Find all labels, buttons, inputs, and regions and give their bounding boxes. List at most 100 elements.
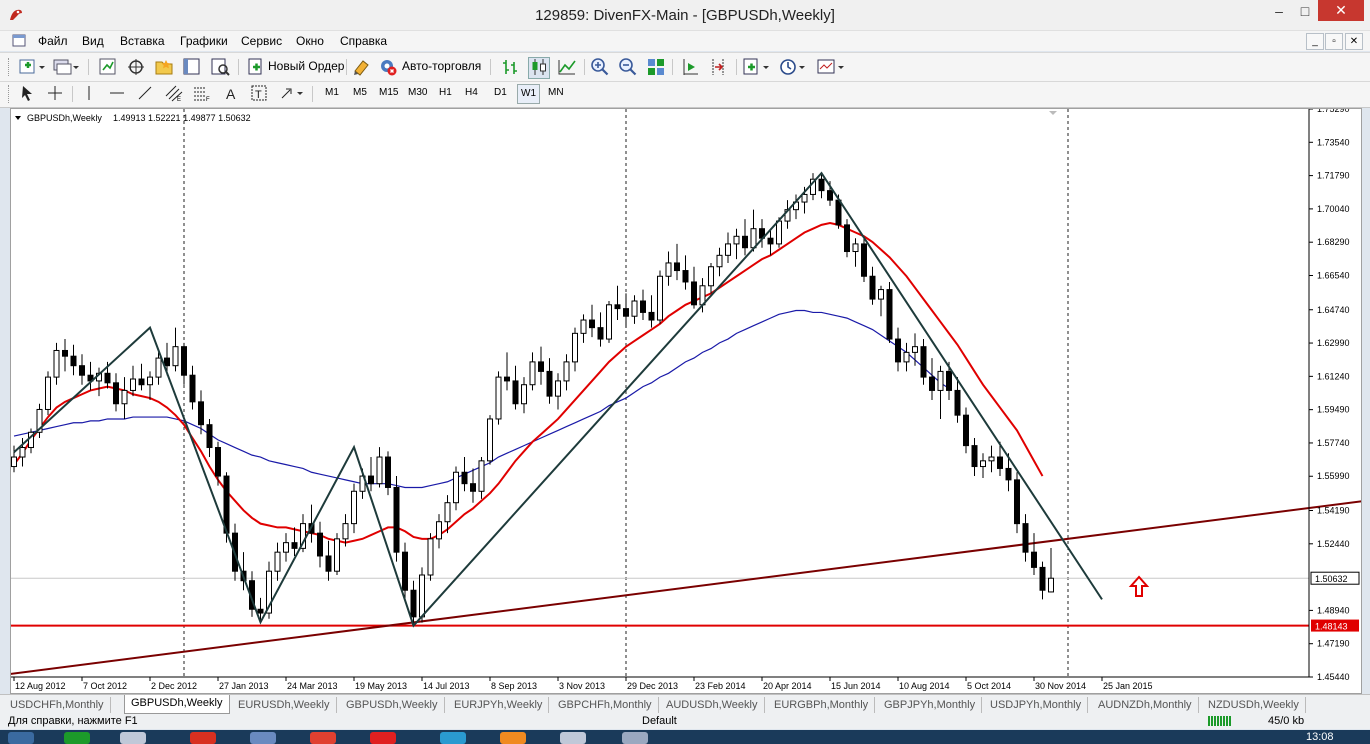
auto-scroll-icon[interactable] — [680, 57, 700, 77]
toolbar-separator — [584, 59, 585, 75]
candle-body — [801, 193, 808, 203]
price-chart[interactable]: 1.75290 1.73540 1.71790 1.70040 1.68290 1.665… — [11, 109, 1361, 693]
new-order-button[interactable]: Новый Ордер — [268, 59, 344, 73]
maximize-button[interactable]: □ — [1290, 0, 1320, 22]
menu-charts[interactable]: Графики — [180, 34, 228, 48]
tab-chart[interactable]: EURUSDh,Weekly — [232, 697, 337, 713]
fibonacci-icon[interactable]: F — [192, 84, 212, 104]
tab-chart[interactable]: USDJPYh,Monthly — [984, 697, 1089, 713]
candle-body — [529, 361, 536, 386]
taskbar-app-icon[interactable] — [64, 732, 90, 744]
toolbar-grip[interactable] — [8, 85, 12, 103]
equidistant-channel-icon[interactable]: E — [164, 84, 184, 104]
timeframe-m15[interactable]: M15 — [376, 84, 401, 102]
close-button[interactable]: ✕ — [1318, 0, 1364, 21]
svg-text:A: A — [226, 86, 236, 102]
horizontal-line-icon[interactable] — [108, 84, 126, 104]
timeframe-w1[interactable]: W1 — [517, 84, 540, 104]
navigator-icon[interactable] — [154, 57, 174, 77]
timeframe-m30[interactable]: M30 — [405, 84, 430, 102]
candle-body — [708, 266, 714, 287]
tile-windows-icon[interactable] — [646, 57, 666, 77]
text-label-icon[interactable]: T — [250, 84, 268, 104]
tab-chart-active[interactable]: GBPUSDh,Weekly — [124, 695, 230, 714]
timeframe-h1[interactable]: H1 — [436, 84, 455, 102]
taskbar-app-icon[interactable] — [500, 732, 526, 744]
vertical-line-icon[interactable] — [80, 84, 98, 104]
doc-close-button[interactable]: ✕ — [1345, 33, 1363, 50]
zoom-in-icon[interactable] — [590, 57, 610, 77]
timeframe-m5[interactable]: M5 — [350, 84, 370, 102]
chart-window[interactable]: 1.75290 1.73540 1.71790 1.70040 1.68290 1.665… — [10, 108, 1362, 694]
menu-view[interactable]: Вид — [82, 34, 104, 48]
candle-body — [104, 372, 111, 384]
candle-body — [206, 424, 213, 449]
candle-body — [971, 445, 978, 468]
trendline-icon[interactable] — [136, 84, 154, 104]
doc-restore-button[interactable]: ▫ — [1325, 33, 1343, 50]
autotrading-icon[interactable] — [378, 57, 398, 77]
meta-editor-icon[interactable] — [352, 57, 372, 77]
timeframe-d1[interactable]: D1 — [491, 84, 510, 102]
timeframe-h4[interactable]: H4 — [462, 84, 481, 102]
taskbar-app-icon[interactable] — [190, 732, 216, 744]
tab-chart[interactable]: AUDNZDh,Monthly — [1092, 697, 1199, 713]
chart-shift-icon[interactable] — [708, 57, 728, 77]
time-tick-label: 14 Jul 2013 — [423, 681, 470, 691]
timeframe-mn[interactable]: MN — [545, 84, 567, 102]
taskbar-app-icon[interactable] — [250, 732, 276, 744]
tab-chart[interactable]: USDCHFh,Monthly — [4, 697, 111, 713]
cursor-icon[interactable] — [18, 84, 36, 104]
menu-window[interactable]: Окно — [296, 34, 324, 48]
menu-help[interactable]: Справка — [340, 34, 387, 48]
start-icon[interactable] — [8, 732, 34, 744]
crosshair-icon[interactable] — [46, 84, 64, 104]
tab-chart[interactable]: NZDUSDh,Weekly — [1202, 697, 1306, 713]
new-chart-icon[interactable] — [18, 57, 46, 77]
taskbar-app-icon[interactable] — [560, 732, 586, 744]
tab-chart[interactable]: EURGBPh,Monthly — [768, 697, 876, 713]
toolbar-grip[interactable] — [8, 58, 12, 76]
doc-minimize-button[interactable]: _ — [1306, 33, 1324, 50]
candle-body — [878, 289, 884, 300]
text-icon[interactable]: A — [222, 84, 240, 104]
templates-icon[interactable] — [816, 57, 846, 77]
tab-chart[interactable]: AUDUSDh,Weekly — [660, 697, 765, 713]
line-chart-icon[interactable] — [556, 57, 578, 77]
taskbar-app-icon[interactable] — [120, 732, 146, 744]
taskbar-app-icon[interactable] — [310, 732, 336, 744]
taskbar-app-icon[interactable] — [440, 732, 466, 744]
profiles-icon[interactable] — [52, 57, 80, 77]
terminal-icon[interactable] — [182, 57, 202, 77]
tab-chart[interactable]: GBPJPYh,Monthly — [878, 697, 983, 713]
candle-body — [393, 486, 400, 553]
autotrading-button[interactable]: Авто-торговля — [402, 59, 481, 73]
candle-body — [963, 414, 969, 447]
candle-body — [852, 243, 859, 253]
candle-body — [997, 456, 1003, 469]
menu-bar: Файл Вид Вставка Графики Сервис Окно Спр… — [0, 31, 1370, 51]
periods-icon[interactable] — [778, 57, 808, 77]
time-tick-label: 7 Oct 2012 — [83, 681, 127, 691]
chart-document-icon[interactable] — [12, 34, 26, 47]
menu-file[interactable]: Файл — [38, 34, 68, 48]
data-window-icon[interactable] — [126, 57, 146, 77]
bar-chart-icon[interactable] — [500, 57, 522, 77]
zoom-out-icon[interactable] — [618, 57, 638, 77]
menu-tools[interactable]: Сервис — [241, 34, 282, 48]
market-watch-icon[interactable] — [98, 57, 118, 77]
taskbar-app-icon[interactable] — [622, 732, 648, 744]
candle-body — [274, 551, 281, 572]
timeframe-m1[interactable]: M1 — [322, 84, 342, 102]
tab-chart[interactable]: GBPCHFh,Monthly — [552, 697, 659, 713]
indicators-icon[interactable] — [742, 57, 772, 77]
strategy-tester-icon[interactable] — [210, 57, 230, 77]
candlestick-chart-icon[interactable] — [528, 57, 550, 79]
tab-chart[interactable]: EURJPYh,Weekly — [448, 697, 550, 713]
tab-chart[interactable]: GBPUSDh,Weekly — [340, 697, 445, 713]
arrows-icon[interactable] — [278, 84, 308, 104]
menu-insert[interactable]: Вставка — [120, 34, 165, 48]
taskbar-app-icon[interactable] — [370, 732, 396, 744]
new-order-icon[interactable] — [246, 57, 266, 77]
candle-body — [198, 401, 204, 426]
